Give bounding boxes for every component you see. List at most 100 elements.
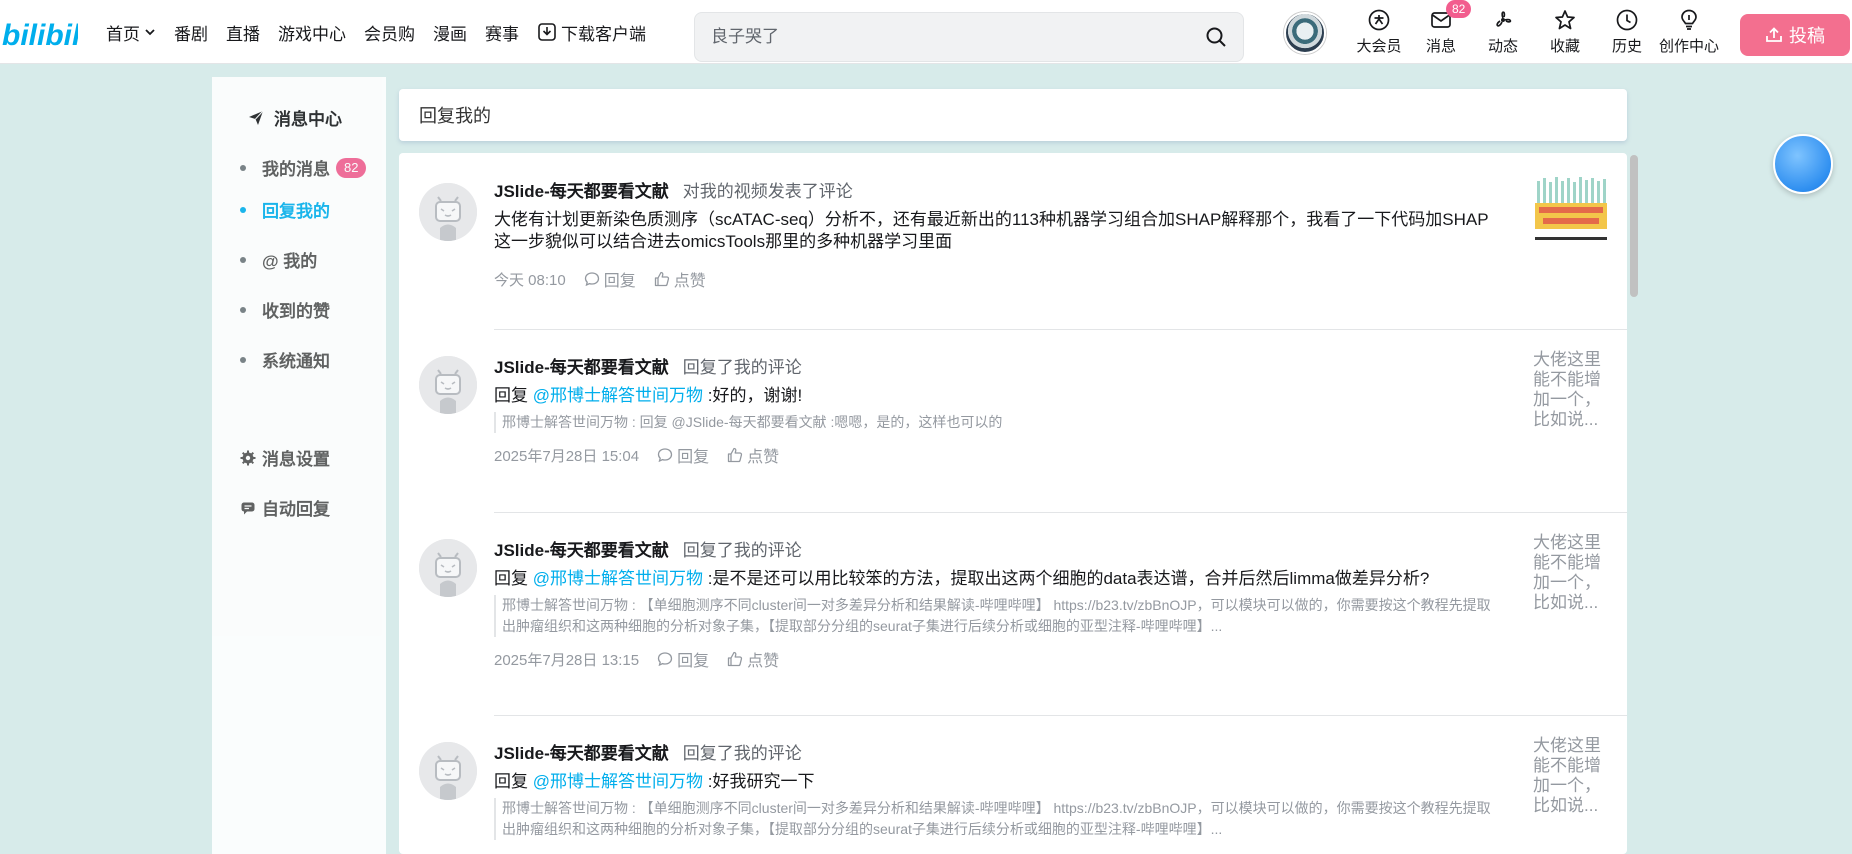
avatar[interactable]	[419, 183, 477, 241]
quoted-comment: 邢博士解答世间万物 : 【单细胞测序不同cluster间一对多差异分析和结果解读…	[494, 595, 1504, 637]
avatar[interactable]	[419, 539, 477, 597]
nav-bangumi[interactable]: 番剧	[174, 20, 208, 45]
nav-history[interactable]: 历史	[1596, 8, 1658, 56]
page-title-card: 回复我的	[399, 89, 1627, 141]
nav-dynamic[interactable]: 动态	[1472, 8, 1534, 56]
reply-action: 回复了我的评论	[682, 541, 802, 560]
nav-messages[interactable]: 82 消息	[1410, 0, 1472, 56]
main-nav: 首页 番剧 直播 游戏中心 会员购 漫画 赛事 下载客户端	[106, 0, 664, 64]
username[interactable]: JSlide-每天都要看文献	[494, 356, 669, 380]
scrollbar-thumb[interactable]	[1630, 155, 1638, 297]
quoted-comment: 邢博士解答世间万物 : 回复 @JSlide-每天都要看文献 :嗯嗯，是的，这样…	[494, 412, 1504, 433]
dynamic-icon	[1496, 11, 1512, 27]
like-button[interactable]: 点赞	[727, 443, 779, 467]
reply-list: JSlide-每天都要看文献 对我的视频发表了评论 大佬有计划更新染色质测序（s…	[399, 153, 1627, 854]
user-avatar[interactable]	[1284, 12, 1326, 54]
nav-manga[interactable]: 漫画	[433, 20, 467, 45]
thumbs-up-icon	[727, 447, 743, 463]
bilibili-logo[interactable]: bilibili	[2, 14, 78, 54]
nav-mall[interactable]: 会员购	[364, 20, 415, 45]
reply-content: 回复 @邢博士解答世间万物 :好的，谢谢!	[494, 386, 803, 405]
reply-action: 回复了我的评论	[682, 744, 802, 763]
default-avatar-icon	[419, 742, 477, 800]
divider	[494, 715, 1627, 716]
nav-vip[interactable]: 大会员	[1348, 8, 1410, 56]
chat-bubble-icon	[241, 502, 255, 514]
original-comment-preview[interactable]: 大佬这里能不能增加一个，比如说...	[1533, 736, 1611, 816]
default-avatar-icon	[419, 539, 477, 597]
mention-link[interactable]: @邢博士解答世间万物	[533, 386, 703, 405]
sidebar-item-auto-reply[interactable]: 自动回复	[240, 495, 330, 520]
avatar[interactable]	[419, 742, 477, 800]
reply-action: 回复了我的评论	[682, 358, 802, 377]
sidebar-item-mentions[interactable]: @ 我的	[240, 247, 317, 272]
reply-button[interactable]: 回复	[657, 647, 709, 671]
reply-content: 大佬有计划更新染色质测序（scATAC-seq）分析不，还有最近新出的113种机…	[494, 210, 1489, 251]
sidebar-item-likes[interactable]: 收到的赞	[240, 297, 330, 322]
bulb-icon	[1681, 9, 1697, 30]
comment-icon	[657, 652, 673, 667]
message-sidebar: 消息中心 我的消息 82 回复我的 @ 我的 收到的赞 系统通知 消息设置 自动…	[212, 77, 386, 854]
sidebar-title: 消息中心	[248, 105, 342, 130]
nav-download-client[interactable]: 下载客户端	[537, 20, 646, 45]
history-icon	[1616, 9, 1638, 31]
avatar[interactable]	[419, 356, 477, 414]
default-avatar-icon	[419, 183, 477, 241]
gear-icon	[240, 450, 256, 465]
nav-favorites[interactable]: 收藏	[1534, 8, 1596, 56]
nav-game-center[interactable]: 游戏中心	[278, 20, 346, 45]
search-icon[interactable]	[1205, 26, 1227, 48]
star-icon	[1555, 10, 1575, 30]
mention-link[interactable]: @邢博士解答世间万物	[533, 772, 703, 791]
vip-icon	[1368, 9, 1390, 31]
scrollbar[interactable]	[1628, 155, 1640, 854]
thumbs-up-icon	[654, 271, 669, 287]
reply-action: 对我的视频发表了评论	[682, 182, 853, 201]
sidebar-item-replies[interactable]: 回复我的	[240, 197, 330, 222]
paper-plane-icon	[249, 110, 264, 125]
username[interactable]: JSlide-每天都要看文献	[494, 180, 669, 204]
nav-live[interactable]: 直播	[226, 20, 260, 45]
video-thumbnail[interactable]	[1533, 173, 1609, 249]
reply-time: 今天 08:10	[494, 271, 566, 289]
search-box	[694, 12, 1244, 62]
reply-time: 2025年7月28日 13:15	[494, 651, 640, 669]
sidebar-item-system-notices[interactable]: 系统通知	[240, 347, 330, 372]
quoted-comment: 邢博士解答世间万物 : 【单细胞测序不同cluster间一对多差异分析和结果解读…	[494, 798, 1504, 840]
floating-assistant-button[interactable]	[1773, 134, 1833, 194]
chevron-down-icon	[145, 29, 155, 36]
nav-home[interactable]: 首页	[106, 20, 156, 45]
nav-creator-center[interactable]: 创作中心	[1658, 8, 1720, 56]
reply-button[interactable]: 回复	[657, 443, 709, 467]
search-input[interactable]	[711, 27, 1205, 47]
username[interactable]: JSlide-每天都要看文献	[494, 742, 669, 766]
unread-badge: 82	[336, 157, 367, 178]
original-comment-preview[interactable]: 大佬这里能不能增加一个，比如说...	[1533, 533, 1611, 613]
mention-link[interactable]: @邢博士解答世间万物	[533, 569, 703, 588]
like-button[interactable]: 点赞	[727, 647, 779, 671]
upload-button[interactable]: 投稿	[1740, 14, 1850, 56]
page-title: 回复我的	[419, 106, 491, 126]
original-comment-preview[interactable]: 大佬这里能不能增加一个，比如说...	[1533, 350, 1611, 430]
upload-icon	[1766, 27, 1782, 42]
download-icon	[538, 23, 556, 41]
comment-icon	[584, 272, 599, 287]
thumbs-up-icon	[727, 651, 743, 667]
svg-text:bilibili: bilibili	[2, 19, 78, 52]
reply-time: 2025年7月28日 15:04	[494, 447, 640, 465]
username[interactable]: JSlide-每天都要看文献	[494, 539, 669, 563]
reply-content: 回复 @邢博士解答世间万物 :是不是还可以用比较笨的方法，提取出这两个细胞的da…	[494, 569, 1430, 588]
like-button[interactable]: 点赞	[654, 267, 706, 291]
sidebar-item-my-messages[interactable]: 我的消息 82	[240, 155, 367, 180]
user-menu: 大会员 82 消息 动态 收藏 历史 创作中心	[1348, 0, 1720, 64]
default-avatar-icon	[419, 356, 477, 414]
nav-match[interactable]: 赛事	[485, 20, 519, 45]
reply-content: 回复 @邢博士解答世间万物 :好我研究一下	[494, 772, 815, 791]
comment-icon	[657, 448, 673, 463]
sidebar-item-settings[interactable]: 消息设置	[240, 445, 330, 470]
divider	[494, 512, 1627, 513]
reply-button[interactable]: 回复	[584, 267, 636, 291]
top-nav-bar: bilibili 首页 番剧 直播 游戏中心 会员购 漫画 赛事 下载客户端 大…	[0, 0, 1852, 64]
divider	[494, 329, 1627, 330]
message-count-badge: 82	[1446, 0, 1472, 18]
